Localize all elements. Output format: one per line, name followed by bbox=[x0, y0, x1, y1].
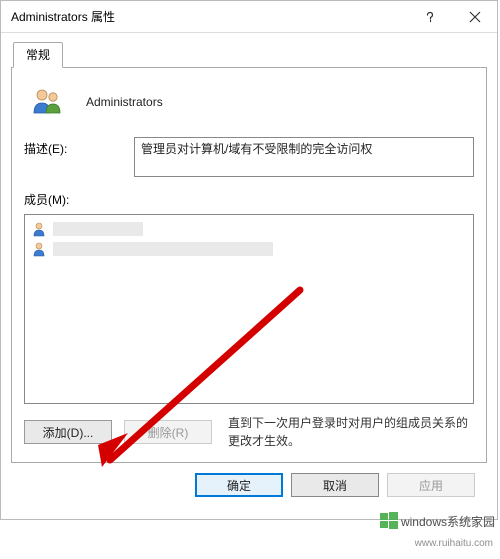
member-buttons-row: 添加(D)... 删除(R) 直到下一次用户登录时对用户的组成员关系的更改才生效… bbox=[24, 414, 474, 450]
titlebar-controls bbox=[407, 1, 497, 32]
group-name-field[interactable] bbox=[84, 94, 324, 110]
description-input[interactable]: 管理员对计算机/域有不受限制的完全访问权 bbox=[134, 137, 474, 177]
user-icon bbox=[31, 241, 47, 257]
membership-note: 直到下一次用户登录时对用户的组成员关系的更改才生效。 bbox=[224, 414, 474, 450]
ok-button[interactable]: 确定 bbox=[195, 473, 283, 497]
close-icon bbox=[469, 11, 481, 23]
remove-button: 删除(R) bbox=[124, 420, 212, 444]
tab-control: 常规 描述(E): 管理员对计算机/域有不受限制的完全访问权 bbox=[11, 41, 487, 463]
members-label: 成员(M): bbox=[24, 191, 474, 208]
dialog-buttons: 确定 取消 应用 bbox=[11, 463, 487, 509]
members-listbox[interactable] bbox=[24, 214, 474, 404]
tab-panel-general: 描述(E): 管理员对计算机/域有不受限制的完全访问权 成员(M): bbox=[11, 67, 487, 463]
cancel-button[interactable]: 取消 bbox=[291, 473, 379, 497]
titlebar: Administrators 属性 bbox=[1, 1, 497, 33]
member-name-redacted bbox=[53, 242, 273, 256]
group-header bbox=[24, 80, 474, 137]
group-icon bbox=[30, 85, 64, 119]
list-item[interactable] bbox=[29, 239, 469, 259]
windows-logo-icon bbox=[379, 511, 399, 531]
add-button[interactable]: 添加(D)... bbox=[24, 420, 112, 444]
help-icon bbox=[424, 11, 436, 23]
dialog-window: Administrators 属性 常规 bbox=[0, 0, 498, 520]
member-name-redacted bbox=[53, 222, 143, 236]
watermark-url: www.ruihaitu.com bbox=[415, 538, 493, 549]
watermark-text: windows系统家园 bbox=[401, 513, 495, 530]
titlebar-title: Administrators 属性 bbox=[11, 8, 115, 25]
tab-general[interactable]: 常规 bbox=[13, 42, 63, 68]
user-icon bbox=[31, 221, 47, 237]
watermark: windows系统家园 www.ruihaitu.com bbox=[379, 511, 495, 531]
description-row: 描述(E): 管理员对计算机/域有不受限制的完全访问权 bbox=[24, 137, 474, 177]
client-area: 常规 描述(E): 管理员对计算机/域有不受限制的完全访问权 bbox=[1, 33, 497, 519]
help-button[interactable] bbox=[407, 1, 452, 32]
tab-strip: 常规 bbox=[13, 42, 487, 68]
description-label: 描述(E): bbox=[24, 137, 124, 157]
close-button[interactable] bbox=[452, 1, 497, 32]
apply-button: 应用 bbox=[387, 473, 475, 497]
list-item[interactable] bbox=[29, 219, 469, 239]
